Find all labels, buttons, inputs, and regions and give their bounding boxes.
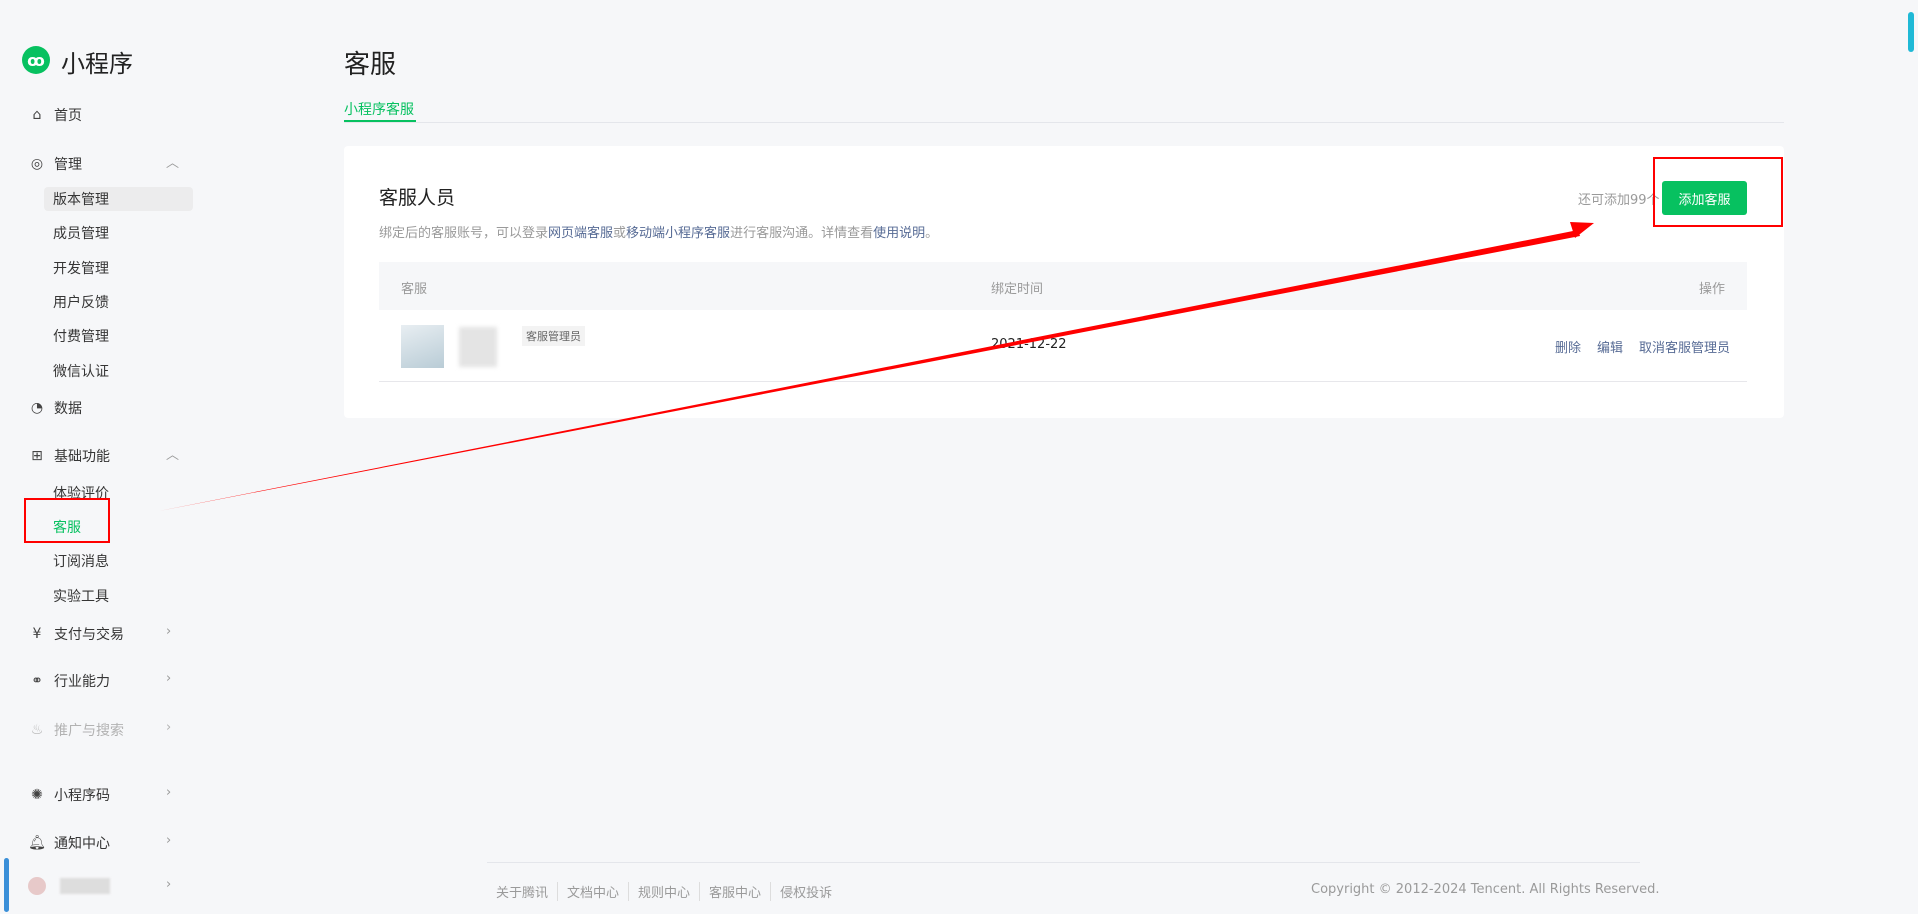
- copyright: Copyright © 2012-2024 Tencent. All Right…: [1311, 882, 1660, 897]
- footer-links: 关于腾讯 文档中心 规则中心 客服中心 侵权投诉: [496, 882, 841, 901]
- footer-link-support[interactable]: 客服中心: [700, 882, 772, 901]
- arrow-shaft: [159, 230, 1580, 511]
- footer-divider: [487, 862, 1640, 863]
- footer-link-complaint[interactable]: 侵权投诉: [771, 882, 841, 901]
- footer-link-about[interactable]: 关于腾讯: [496, 882, 559, 901]
- annotation-arrow: [159, 222, 1594, 511]
- scrollbar[interactable]: [1908, 12, 1914, 52]
- footer-link-rules[interactable]: 规则中心: [629, 882, 701, 901]
- footer-link-docs[interactable]: 文档中心: [558, 882, 630, 901]
